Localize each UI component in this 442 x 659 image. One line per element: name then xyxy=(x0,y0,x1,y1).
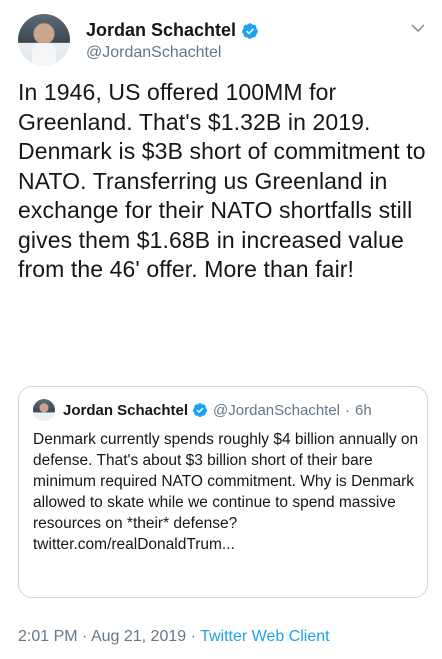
verified-icon xyxy=(193,403,208,417)
tweet-time[interactable]: 2:01 PM xyxy=(18,628,78,645)
quoted-separator: · xyxy=(345,401,351,419)
quoted-tweet-body: Denmark currently spends roughly $4 bill… xyxy=(33,429,423,555)
quoted-time: 6h xyxy=(355,401,372,419)
tweet-header: Jordan Schachtel @JordanSchachtel xyxy=(18,14,428,68)
quoted-tweet-card[interactable]: Jordan Schachtel @JordanSchachtel · 6h D… xyxy=(18,386,428,598)
tweet-client[interactable]: Twitter Web Client xyxy=(200,628,330,645)
verified-icon xyxy=(242,22,258,39)
tweet-meta: 2:01 PM · Aug 21, 2019 · Twitter Web Cli… xyxy=(18,628,330,646)
meta-separator: · xyxy=(82,628,88,645)
author-display-name[interactable]: Jordan Schachtel xyxy=(86,20,236,41)
author-handle[interactable]: @JordanSchachtel xyxy=(86,44,221,62)
quoted-handle: @JordanSchachtel xyxy=(213,401,341,419)
tweet-date[interactable]: Aug 21, 2019 xyxy=(91,628,186,645)
quoted-tweet-link[interactable]: twitter.com/realDonaldTrum... xyxy=(33,536,235,553)
author-name-row: Jordan Schachtel xyxy=(86,20,259,41)
tweet-text: In 1946, US offered 100MM for Greenland.… xyxy=(18,79,426,282)
chevron-down-icon[interactable] xyxy=(410,20,426,36)
quoted-avatar xyxy=(33,399,55,421)
avatar[interactable] xyxy=(18,14,70,66)
quoted-tweet-text: Denmark currently spends roughly $4 bill… xyxy=(33,431,419,532)
quoted-display-name: Jordan Schachtel xyxy=(63,401,189,419)
meta-separator: · xyxy=(190,628,196,645)
quoted-tweet-header: Jordan Schachtel @JordanSchachtel · 6h xyxy=(33,399,372,421)
